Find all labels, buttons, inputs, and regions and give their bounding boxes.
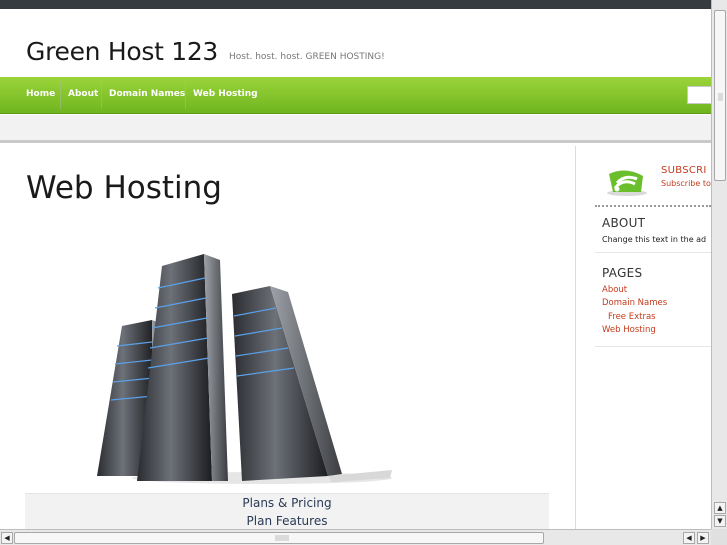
divider	[595, 205, 711, 207]
scroll-left-button[interactable]: ◀	[1, 532, 13, 544]
site-header: Green Host 123 Host. host. host. GREEN H…	[0, 9, 711, 77]
nav-item-domain-names[interactable]: Domain Names	[109, 77, 185, 113]
scroll-right-button[interactable]: ▶	[697, 532, 709, 544]
plan-features-link[interactable]: Plan Features	[25, 514, 549, 528]
rss-icon[interactable]	[605, 164, 647, 196]
sidebar-page-free-extras[interactable]: Free Extras	[608, 312, 656, 322]
page-title: Web Hosting	[26, 170, 222, 206]
main-navigation: Home About Domain Names Web Hosting	[0, 77, 711, 114]
subscribe-title[interactable]: SUBSCRI	[661, 165, 707, 176]
nav-item-about[interactable]: About	[68, 77, 98, 113]
plans-pricing-link[interactable]: Plans & Pricing	[25, 496, 549, 510]
scroll-down-button[interactable]: ▼	[714, 515, 726, 527]
horizontal-scrollbar[interactable]: ◀ ◀ ▶	[0, 529, 711, 545]
search-input[interactable]	[687, 86, 711, 104]
sidebar: SUBSCRI Subscribe to ABOUT Change this t…	[577, 146, 711, 531]
subscribe-text[interactable]: Subscribe to	[661, 179, 711, 188]
grip-icon	[275, 535, 289, 541]
nav-separator	[60, 81, 61, 109]
sidebar-page-domain-names[interactable]: Domain Names	[602, 298, 667, 308]
site-title[interactable]: Green Host 123	[26, 37, 218, 66]
sidebar-page-about[interactable]: About	[602, 285, 627, 295]
divider	[595, 252, 711, 253]
vertical-scrollbar[interactable]: ▲ ▼	[711, 0, 727, 529]
pages-widget-title: PAGES	[602, 266, 643, 280]
divider	[595, 346, 711, 347]
scroll-up-button[interactable]: ▲	[714, 502, 726, 514]
site-tagline: Host. host. host. GREEN HOSTING!	[229, 52, 385, 62]
vertical-scroll-thumb[interactable]	[714, 10, 726, 181]
nav-item-web-hosting[interactable]: Web Hosting	[193, 77, 258, 113]
horizontal-scroll-thumb[interactable]	[14, 532, 544, 544]
scroll-right-button[interactable]: ◀	[683, 532, 695, 544]
about-widget-text: Change this text in the ad	[602, 235, 707, 244]
nav-separator	[185, 81, 186, 109]
nav-item-home[interactable]: Home	[26, 77, 55, 113]
server-rack-image	[97, 254, 392, 484]
about-widget-title: ABOUT	[602, 216, 646, 230]
scrollbar-corner	[711, 529, 727, 545]
grip-icon	[718, 93, 723, 101]
sub-navigation-bar	[0, 115, 711, 143]
plans-links-box: Plans & Pricing Plan Features	[25, 493, 549, 533]
sidebar-page-web-hosting[interactable]: Web Hosting	[602, 325, 656, 335]
main-content: Web Hosting Plans & Pricing Plan Feature…	[0, 146, 576, 533]
top-bar	[0, 0, 711, 9]
nav-separator	[101, 81, 102, 109]
